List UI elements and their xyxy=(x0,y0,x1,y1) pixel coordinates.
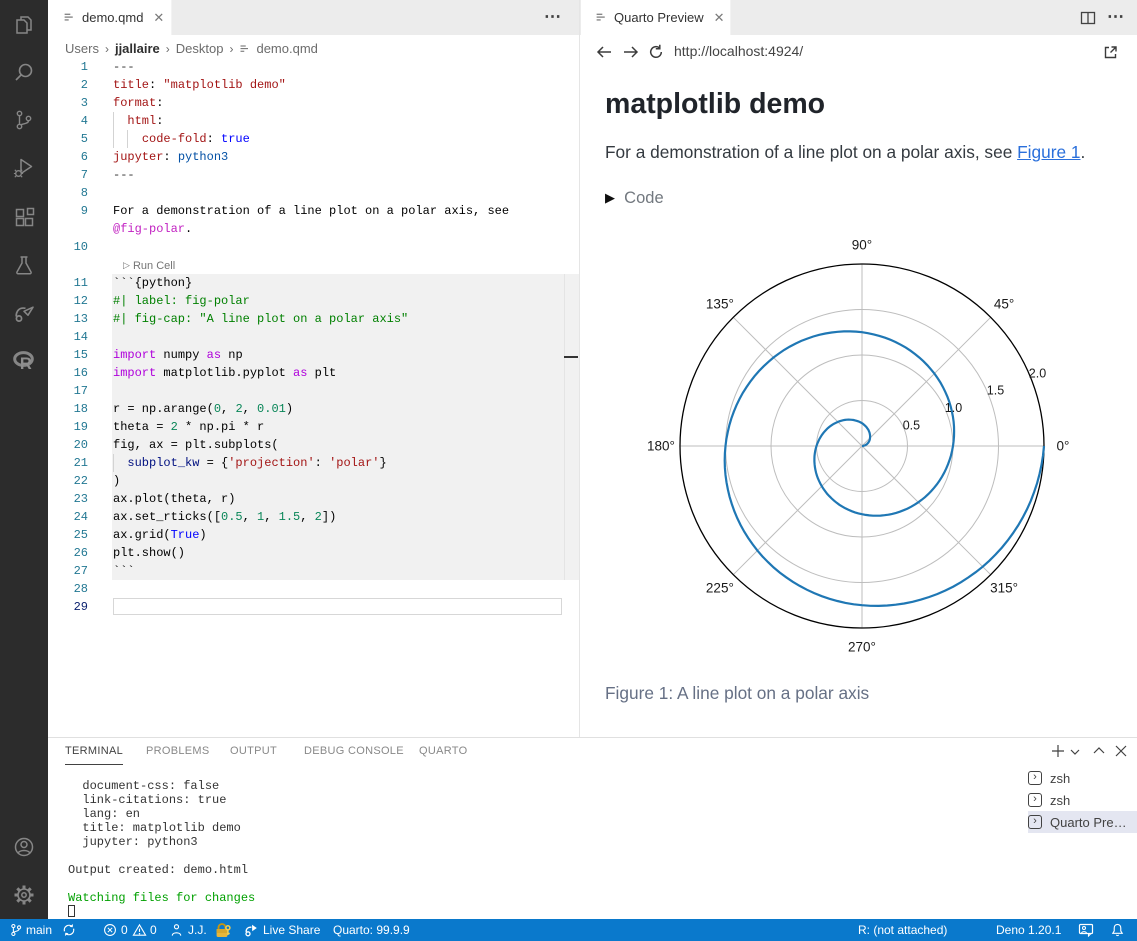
svg-text:315°: 315° xyxy=(990,581,1018,596)
svg-text:135°: 135° xyxy=(706,296,734,311)
svg-text:225°: 225° xyxy=(706,581,734,596)
svg-text:1.5: 1.5 xyxy=(987,384,1004,398)
svg-text:270°: 270° xyxy=(848,640,876,655)
svg-text:90°: 90° xyxy=(852,238,872,253)
svg-text:180°: 180° xyxy=(647,439,675,454)
svg-text:2.0: 2.0 xyxy=(1029,366,1046,380)
svg-text:R: R xyxy=(20,355,32,373)
svg-text:0°: 0° xyxy=(1057,439,1070,454)
svg-text:0.5: 0.5 xyxy=(903,419,920,433)
svg-text:1.0: 1.0 xyxy=(945,401,962,415)
svg-text:45°: 45° xyxy=(994,296,1014,311)
